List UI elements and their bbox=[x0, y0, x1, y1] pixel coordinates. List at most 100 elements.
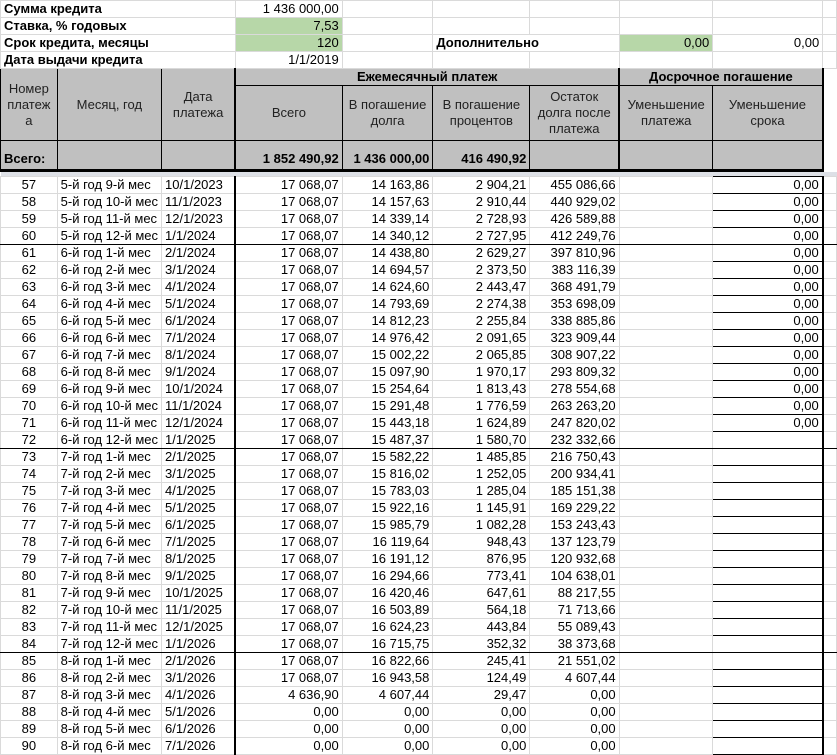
empty-cell[interactable] bbox=[822, 703, 837, 721]
totals-principal[interactable]: 1 436 000,00 bbox=[341, 140, 434, 172]
header-num[interactable]: Номер платежа bbox=[0, 68, 58, 141]
payment-date-cell[interactable]: 3/1/2026 bbox=[161, 669, 236, 687]
reduce-term-cell[interactable] bbox=[712, 516, 824, 534]
empty-cell[interactable] bbox=[822, 482, 837, 500]
month-year-cell[interactable]: 7-й год 3-й мес bbox=[56, 482, 163, 500]
reduce-payment-cell[interactable] bbox=[618, 329, 714, 347]
month-year-cell[interactable]: 5-й год 9-й мес bbox=[56, 176, 163, 194]
empty-cell[interactable] bbox=[822, 448, 837, 466]
payment-date-cell[interactable]: 11/1/2023 bbox=[161, 193, 236, 211]
payment-total-cell[interactable]: 17 068,07 bbox=[234, 550, 343, 568]
payment-interest-cell[interactable]: 0,00 bbox=[432, 703, 531, 721]
month-year-cell[interactable]: 6-й год 5-й мес bbox=[56, 312, 163, 330]
reduce-term-cell[interactable] bbox=[712, 584, 824, 602]
empty-cell[interactable] bbox=[822, 210, 837, 228]
balance-after-cell[interactable]: 455 086,66 bbox=[529, 176, 620, 194]
payment-interest-cell[interactable]: 773,41 bbox=[432, 567, 531, 585]
rate-label[interactable]: Ставка, % годовых bbox=[0, 17, 236, 35]
reduce-term-cell[interactable] bbox=[712, 720, 824, 738]
payment-principal-cell[interactable]: 14 812,23 bbox=[341, 312, 434, 330]
month-year-cell[interactable]: 6-й год 12-й мес bbox=[56, 431, 163, 449]
payment-principal-cell[interactable]: 15 985,79 bbox=[341, 516, 434, 534]
payment-date-cell[interactable]: 6/1/2025 bbox=[161, 516, 236, 534]
reduce-payment-cell[interactable] bbox=[618, 533, 714, 551]
payment-date-cell[interactable]: 2/1/2025 bbox=[161, 448, 236, 466]
empty-cell[interactable] bbox=[822, 414, 837, 432]
reduce-payment-cell[interactable] bbox=[618, 176, 714, 194]
reduce-term-cell[interactable] bbox=[712, 703, 824, 721]
reduce-payment-cell[interactable] bbox=[618, 482, 714, 500]
payment-number-cell[interactable]: 68 bbox=[0, 363, 58, 381]
reduce-term-cell[interactable]: 0,00 bbox=[712, 295, 824, 313]
payment-date-cell[interactable]: 2/1/2024 bbox=[161, 244, 236, 262]
payment-date-cell[interactable]: 7/1/2024 bbox=[161, 329, 236, 347]
payment-principal-cell[interactable]: 14 793,69 bbox=[341, 295, 434, 313]
month-year-cell[interactable]: 6-й год 1-й мес bbox=[56, 244, 163, 262]
reduce-payment-cell[interactable] bbox=[618, 737, 714, 755]
payment-interest-cell[interactable]: 1 285,04 bbox=[432, 482, 531, 500]
payment-number-cell[interactable]: 78 bbox=[0, 533, 58, 551]
reduce-payment-cell[interactable] bbox=[618, 567, 714, 585]
empty-cell[interactable] bbox=[822, 176, 837, 194]
payment-principal-cell[interactable]: 16 822,66 bbox=[341, 652, 434, 670]
balance-after-cell[interactable]: 104 638,01 bbox=[529, 567, 620, 585]
payment-date-cell[interactable]: 1/1/2026 bbox=[161, 635, 236, 653]
empty-cell[interactable] bbox=[822, 295, 837, 313]
reduce-payment-cell[interactable] bbox=[618, 295, 714, 313]
reduce-term-cell[interactable]: 0,00 bbox=[712, 414, 824, 432]
payment-total-cell[interactable]: 17 068,07 bbox=[234, 193, 343, 211]
payment-date-cell[interactable]: 12/1/2023 bbox=[161, 210, 236, 228]
empty-cell[interactable] bbox=[822, 329, 837, 347]
payment-interest-cell[interactable]: 2 910,44 bbox=[432, 193, 531, 211]
balance-after-cell[interactable]: 293 809,32 bbox=[529, 363, 620, 381]
balance-after-cell[interactable]: 426 589,88 bbox=[529, 210, 620, 228]
empty-cell[interactable] bbox=[822, 516, 837, 534]
reduce-term-cell[interactable] bbox=[712, 448, 824, 466]
empty-cell[interactable] bbox=[822, 397, 837, 415]
payment-number-cell[interactable]: 90 bbox=[0, 737, 58, 755]
reduce-payment-cell[interactable] bbox=[618, 720, 714, 738]
balance-after-cell[interactable]: 38 373,68 bbox=[529, 635, 620, 653]
reduce-term-cell[interactable]: 0,00 bbox=[712, 193, 824, 211]
empty-cell[interactable] bbox=[822, 380, 837, 398]
payment-number-cell[interactable]: 76 bbox=[0, 499, 58, 517]
payment-date-cell[interactable]: 12/1/2024 bbox=[161, 414, 236, 432]
payment-date-cell[interactable]: 2/1/2026 bbox=[161, 652, 236, 670]
balance-after-cell[interactable]: 0,00 bbox=[529, 686, 620, 704]
reduce-payment-cell[interactable] bbox=[618, 414, 714, 432]
payment-interest-cell[interactable]: 2 443,47 bbox=[432, 278, 531, 296]
month-year-cell[interactable]: 6-й год 6-й мес bbox=[56, 329, 163, 347]
payment-principal-cell[interactable]: 15 254,64 bbox=[341, 380, 434, 398]
payment-total-cell[interactable]: 17 068,07 bbox=[234, 346, 343, 364]
payment-total-cell[interactable]: 17 068,07 bbox=[234, 210, 343, 228]
date-value[interactable]: 1/1/2019 bbox=[234, 51, 343, 69]
payment-total-cell[interactable]: 17 068,07 bbox=[234, 465, 343, 483]
payment-date-cell[interactable]: 5/1/2025 bbox=[161, 499, 236, 517]
payment-date-cell[interactable]: 1/1/2025 bbox=[161, 431, 236, 449]
reduce-term-cell[interactable]: 0,00 bbox=[712, 176, 824, 194]
month-year-cell[interactable]: 6-й год 7-й мес bbox=[56, 346, 163, 364]
month-year-cell[interactable]: 6-й год 11-й мес bbox=[56, 414, 163, 432]
term-label[interactable]: Срок кредита, месяцы bbox=[0, 34, 236, 52]
header-reduce-payment[interactable]: Уменьшение платежа bbox=[618, 85, 714, 141]
payment-interest-cell[interactable]: 647,61 bbox=[432, 584, 531, 602]
reduce-term-cell[interactable] bbox=[712, 550, 824, 568]
payment-principal-cell[interactable]: 16 624,23 bbox=[341, 618, 434, 636]
payment-interest-cell[interactable]: 2 274,38 bbox=[432, 295, 531, 313]
payment-interest-cell[interactable]: 1 624,89 bbox=[432, 414, 531, 432]
month-year-cell[interactable]: 8-й год 1-й мес bbox=[56, 652, 163, 670]
reduce-term-cell[interactable] bbox=[712, 431, 824, 449]
payment-date-cell[interactable]: 7/1/2026 bbox=[161, 737, 236, 755]
payment-interest-cell[interactable]: 948,43 bbox=[432, 533, 531, 551]
payment-number-cell[interactable]: 60 bbox=[0, 227, 58, 245]
payment-date-cell[interactable]: 6/1/2026 bbox=[161, 720, 236, 738]
reduce-term-cell[interactable] bbox=[712, 737, 824, 755]
reduce-term-cell[interactable]: 0,00 bbox=[712, 397, 824, 415]
month-year-cell[interactable]: 8-й год 5-й мес bbox=[56, 720, 163, 738]
payment-total-cell[interactable]: 17 068,07 bbox=[234, 584, 343, 602]
payment-total-cell[interactable]: 0,00 bbox=[234, 737, 343, 755]
reduce-payment-cell[interactable] bbox=[618, 431, 714, 449]
payment-total-cell[interactable]: 17 068,07 bbox=[234, 431, 343, 449]
payment-total-cell[interactable]: 17 068,07 bbox=[234, 618, 343, 636]
balance-after-cell[interactable]: 88 217,55 bbox=[529, 584, 620, 602]
